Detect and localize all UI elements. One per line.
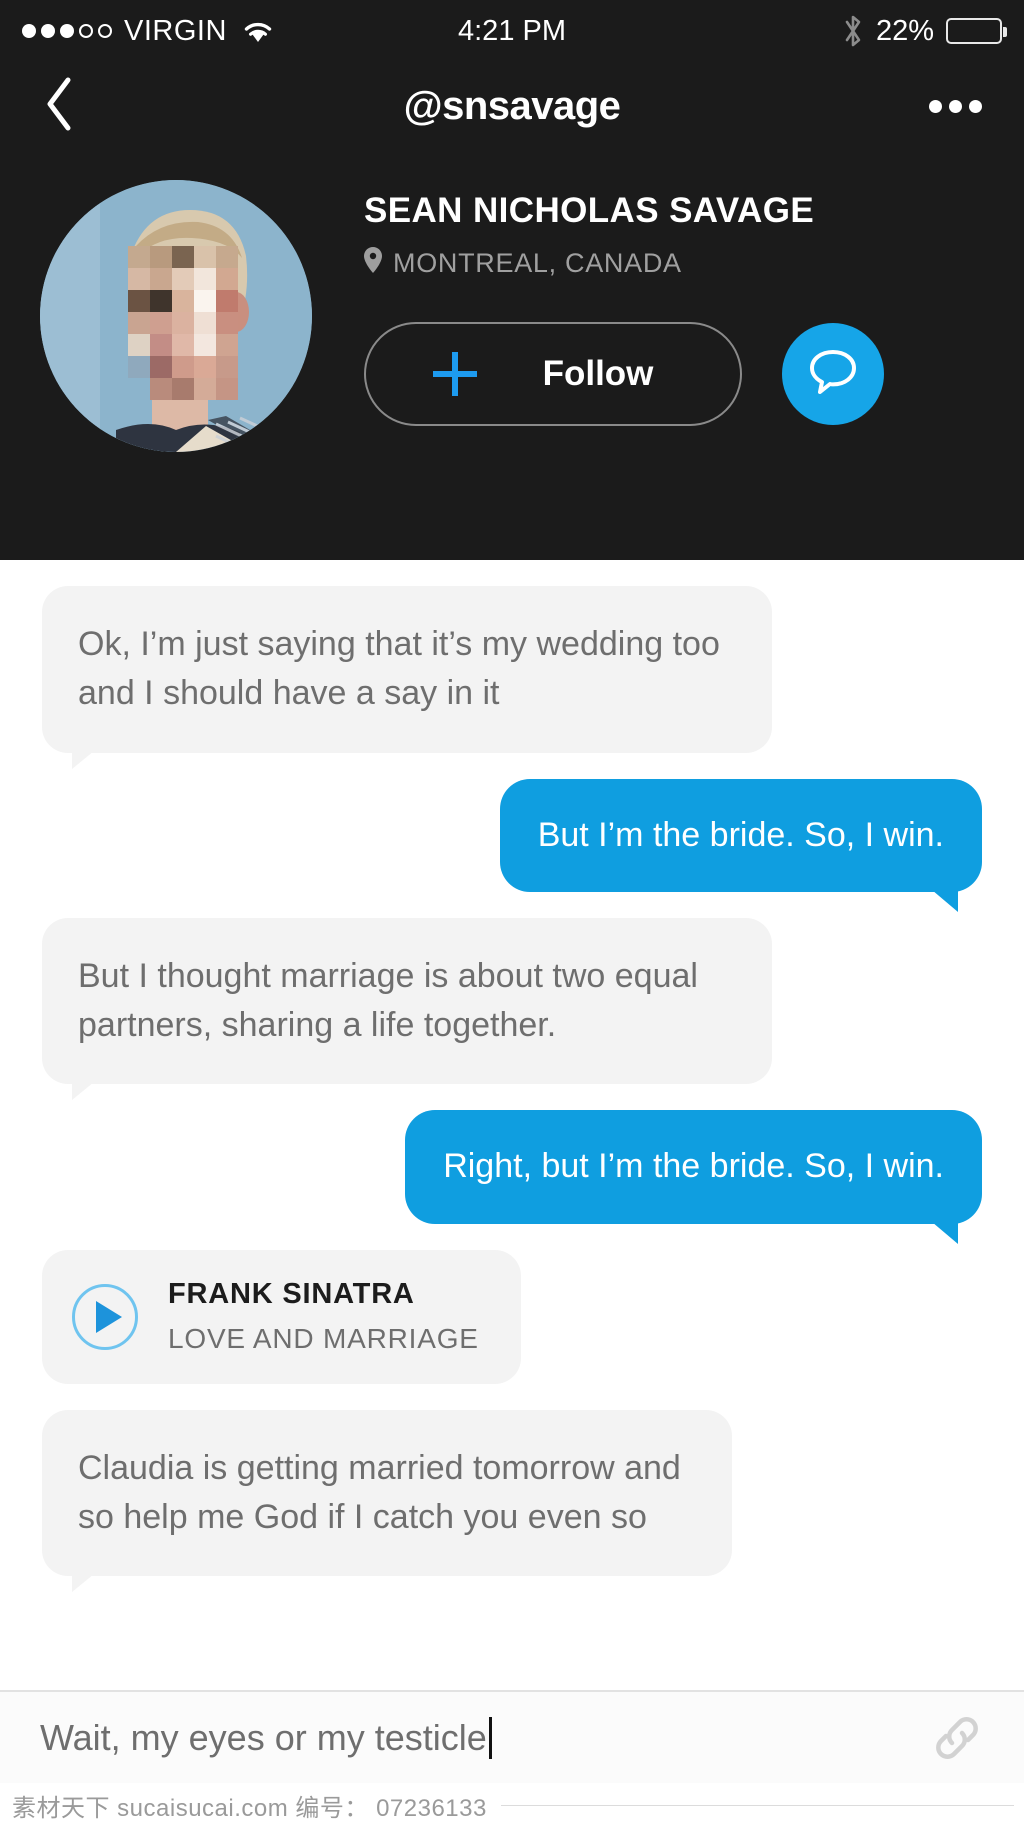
watermark: 素材天下 sucaisucai.com 编号： 07236133 <box>0 1783 1024 1828</box>
watermark-label: 素材天下 sucaisucai.com 编号： 07236133 <box>12 1795 487 1822</box>
page-title: @snsavage <box>403 83 621 128</box>
message-row: FRANK SINATRA LOVE AND MARRIAGE <box>0 1249 1024 1384</box>
message-bubble-outgoing[interactable]: Right, but I’m the bride. So, I win. <box>405 1110 982 1245</box>
more-horizontal-icon <box>969 99 982 113</box>
bluetooth-icon <box>842 13 864 49</box>
message-bubble-incoming[interactable]: Ok, I’m just saying that it’s my wedding… <box>42 586 772 769</box>
play-triangle <box>95 1300 122 1333</box>
message-button[interactable] <box>782 322 884 425</box>
follow-button[interactable]: Follow <box>364 321 742 426</box>
speech-bubble-icon <box>806 346 860 401</box>
battery-percent-label: 22% <box>875 14 934 47</box>
profile-actions: Follow <box>364 321 984 426</box>
battery-icon <box>946 18 1007 44</box>
message-bubble-outgoing[interactable]: But I’m the bride. So, I win. <box>499 778 982 913</box>
audio-title-label: LOVE AND MARRIAGE <box>168 1323 479 1355</box>
audio-message-card[interactable]: FRANK SINATRA LOVE AND MARRIAGE <box>42 1249 521 1384</box>
message-bubble-incoming[interactable]: But I thought marriage is about two equa… <box>42 917 772 1101</box>
status-bar: VIRGIN 4:21 PM 22% <box>0 0 1024 62</box>
carrier-label: VIRGIN <box>124 14 227 47</box>
signal-dot <box>60 24 74 38</box>
message-input-bar: Wait, my eyes or my testicle <box>0 1690 1024 1783</box>
more-options-button[interactable] <box>929 99 982 113</box>
message-input-value: Wait, my eyes or my testicle <box>40 1716 487 1758</box>
profile-name: SEAN NICHOLAS SAVAGE <box>364 191 815 230</box>
wifi-icon <box>241 18 275 44</box>
message-input[interactable]: Wait, my eyes or my testicle <box>40 1716 930 1759</box>
message-row: Right, but I’m the bride. So, I win. <box>0 1110 1024 1245</box>
status-bar-left: VIRGIN <box>22 15 275 48</box>
signal-dot <box>22 24 36 38</box>
signal-dot <box>41 24 55 38</box>
pixelation-mask <box>128 246 238 400</box>
profile-location-label: MONTREAL, CANADA <box>393 247 682 278</box>
plus-icon <box>432 351 477 396</box>
message-row: But I’m the bride. So, I win. <box>0 778 1024 913</box>
profile-details: SEAN NICHOLAS SAVAGE MONTREAL, CANADA Fo… <box>312 168 984 560</box>
more-horizontal-icon <box>929 99 942 113</box>
audio-metadata: FRANK SINATRA LOVE AND MARRIAGE <box>168 1276 479 1358</box>
chevron-left-icon <box>42 75 76 138</box>
signal-dot <box>79 24 93 38</box>
avatar-container <box>40 168 312 560</box>
message-row: But I thought marriage is about two equa… <box>0 917 1024 1101</box>
status-bar-right: 22% <box>842 13 1007 49</box>
watermark-rule <box>500 1805 1014 1806</box>
message-row: Claudia is getting married tomorrow and … <box>0 1409 1024 1593</box>
chat-thread[interactable]: Ok, I’m just saying that it’s my wedding… <box>0 560 1024 1740</box>
profile-header: SEAN NICHOLAS SAVAGE MONTREAL, CANADA Fo… <box>0 150 1024 560</box>
avatar[interactable] <box>40 180 312 452</box>
play-icon[interactable] <box>72 1283 138 1350</box>
map-pin-icon <box>364 246 382 280</box>
message-bubble-incoming[interactable]: Claudia is getting married tomorrow and … <box>42 1409 732 1593</box>
audio-artist-label: FRANK SINATRA <box>168 1277 415 1310</box>
message-row: Ok, I’m just saying that it’s my wedding… <box>0 586 1024 769</box>
back-button[interactable] <box>42 75 76 138</box>
follow-button-label: Follow <box>542 353 654 393</box>
text-cursor <box>488 1716 492 1759</box>
profile-location: MONTREAL, CANADA <box>364 246 984 280</box>
signal-dot <box>98 24 112 38</box>
navigation-bar: @snsavage <box>0 62 1024 150</box>
link-icon[interactable] <box>930 1711 984 1765</box>
more-horizontal-icon <box>949 99 962 113</box>
signal-strength-indicator <box>22 24 112 38</box>
